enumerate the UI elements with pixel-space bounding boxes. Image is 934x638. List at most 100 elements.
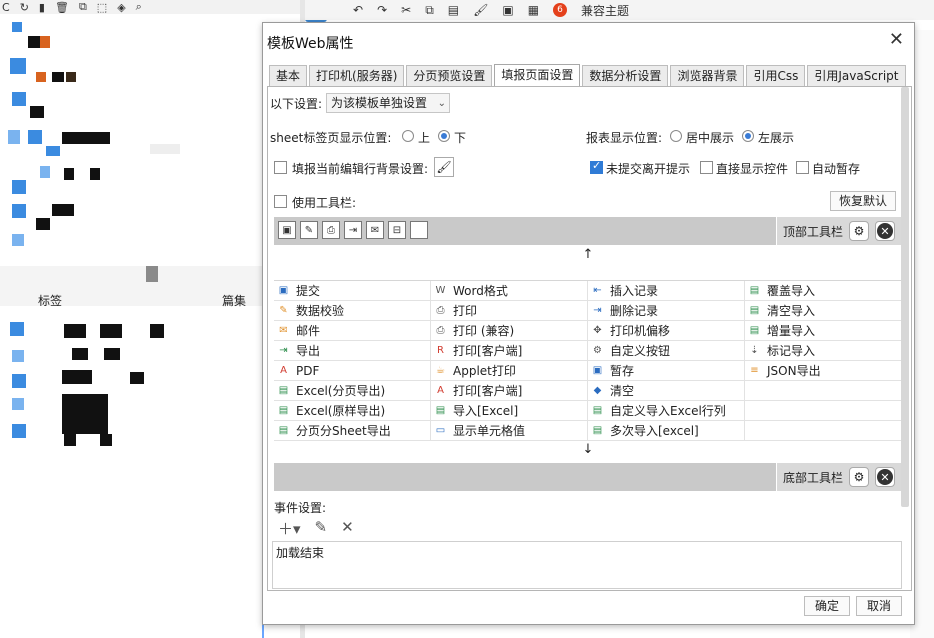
toolbar-grid-button[interactable]: ⇥ 删除记录 [588, 301, 745, 320]
arrow-down-icon[interactable]: ↓ [274, 442, 902, 462]
toolbar-grid-button[interactable]: ≡ JSON导出 [745, 361, 902, 380]
toolbar-grid-button[interactable]: ✎ 数据校验 [274, 301, 431, 320]
radio-report-left[interactable] [742, 130, 754, 142]
tab-basic[interactable]: 基本 [269, 65, 308, 86]
auto-save-checkbox[interactable] [796, 161, 809, 174]
gear-icon[interactable]: ⚙ [849, 221, 869, 241]
edit-icon[interactable]: ✎ [315, 518, 328, 539]
validate-icon: ✎ [279, 304, 288, 316]
toolbar-grid-button[interactable]: ▤ 清空导入 [745, 301, 902, 320]
toolbar-grid-button[interactable]: ▤ 导入[Excel] [431, 401, 588, 420]
bg-tool-icon[interactable]: ▤ [448, 3, 459, 17]
ok-button[interactable]: 确定 [804, 596, 850, 616]
bg-theme-button[interactable]: 兼容主题 [581, 2, 629, 19]
bg-tool-icon[interactable]: ✂ [401, 3, 411, 17]
bg-glyph[interactable]: ◈ [117, 1, 125, 14]
bg-tool-icon[interactable]: ↷ [377, 3, 387, 17]
mail-icon: ✉ [279, 324, 288, 336]
bg-glyph[interactable]: ⬚ [97, 1, 107, 14]
tab-page-preview[interactable]: 分页预览设置 [406, 65, 493, 86]
tab-printer-server[interactable]: 打印机(服务器) [309, 65, 405, 86]
print-icon[interactable]: ⎙ [322, 221, 340, 239]
mail-icon[interactable]: ✉ [366, 221, 384, 239]
bg-tool-icon[interactable]: ▣ [502, 3, 513, 17]
toolbar-grid-button[interactable]: ✥ 打印机偏移 [588, 321, 745, 340]
toolbar-grid-button[interactable]: ▤ 分页分Sheet导出 [274, 421, 431, 440]
direct-show-checkbox[interactable] [700, 161, 713, 174]
tab-browser-background[interactable]: 浏览器背景 [670, 65, 745, 86]
bg-glyph[interactable]: ▮ [39, 1, 45, 14]
toolbar-grid-button[interactable]: ⇥ 导出 [274, 341, 431, 360]
toolbar-grid-button[interactable]: ☕ Applet打印 [431, 361, 588, 380]
toolbar-grid-button[interactable]: A 打印[客户端] [431, 381, 588, 400]
vertical-scrollbar[interactable] [901, 87, 909, 507]
toolbar-grid-button[interactable]: R 打印[客户端] [431, 341, 588, 360]
fill-row-bg-checkbox[interactable] [274, 161, 287, 174]
record-icon[interactable]: ⊟ [388, 221, 406, 239]
toolbar-grid-button[interactable]: ⇤ 插入记录 [588, 281, 745, 300]
save-icon[interactable]: ▣ [278, 221, 296, 239]
bg-glyph[interactable]: ⧉ [79, 0, 87, 14]
paint-bucket-icon[interactable]: 🖌 [434, 157, 454, 177]
add-icon[interactable]: ＋▾ [278, 518, 301, 539]
tab-css[interactable]: 引用Css [746, 65, 806, 86]
toolbar-grid-button[interactable]: A PDF [274, 361, 431, 380]
close-icon[interactable]: ✕ [889, 31, 904, 49]
toolbar-grid-button[interactable]: ▤ 多次导入[excel] [588, 421, 745, 440]
close-circle-icon[interactable]: ✕ [875, 221, 895, 241]
report-position-label: 报表显示位置: [586, 131, 663, 145]
radio-sheet-top[interactable] [402, 130, 414, 142]
close-circle-icon[interactable]: ✕ [875, 467, 895, 487]
toolbar-grid-button[interactable]: ▣ 提交 [274, 281, 431, 300]
toolbar-grid-button[interactable]: W Word格式 [431, 281, 588, 300]
delete-icon[interactable]: ✕ [341, 518, 354, 539]
gear-icon[interactable]: ⚙ [849, 467, 869, 487]
toolbar-grid-row: ⇥ 导出 R 打印[客户端] ⚙ 自定义按钮 ⇣ 标记导入 [274, 341, 902, 361]
leave-prompt-label: 未提交离开提示 [606, 162, 691, 176]
toolbar-grid-button[interactable]: ▤ 增量导入 [745, 321, 902, 340]
radio-sheet-bottom[interactable] [438, 130, 450, 142]
toolbar-grid-button[interactable]: ◆ 清空 [588, 381, 745, 400]
bg-tool-icon[interactable]: 🖌 [473, 3, 488, 17]
event-item[interactable]: 加载结束 [276, 544, 324, 561]
toolbar-grid-label: PDF [296, 363, 320, 378]
excel-icon: ▤ [435, 404, 446, 416]
tab-data-analysis[interactable]: 数据分析设置 [582, 65, 669, 86]
use-toolbar-checkbox[interactable] [274, 195, 287, 208]
toolbar-grid-button[interactable]: ⎙ 打印 (兼容) [431, 321, 588, 340]
toolbar-grid-button[interactable]: ▤ 覆盖导入 [745, 281, 902, 300]
toolbar-grid-button[interactable]: ▣ 暂存 [588, 361, 745, 380]
toolbar-grid-button[interactable]: ▤ Excel(原样导出) [274, 401, 431, 420]
apply-settings-select[interactable]: 为该模板单独设置 ⌄ [326, 93, 450, 113]
bg-tool-icon[interactable]: ▦ [528, 3, 539, 17]
export-icon[interactable]: ⇥ [344, 221, 362, 239]
excel-icon: ▤ [278, 404, 289, 416]
bg-glyph[interactable]: ⌕ [136, 0, 142, 14]
tab-fill-page-settings[interactable]: 填报页面设置 [494, 64, 581, 87]
toolbar-grid-button[interactable]: ▤ 自定义导入Excel行列 [588, 401, 745, 420]
bg-glyph[interactable]: 🗑 [55, 1, 69, 14]
toolbar-grid-button[interactable]: ⎙ 打印 [431, 301, 588, 320]
toolbar-grid-button[interactable]: ✉ 邮件 [274, 321, 431, 340]
toolbar-grid-button[interactable]: ⚙ 自定义按钮 [588, 341, 745, 360]
arrow-up-icon[interactable]: ↑ [274, 247, 902, 267]
tab-javascript[interactable]: 引用JavaScript [807, 65, 906, 86]
blank-icon[interactable] [410, 221, 428, 239]
toolbar-grid-label: Applet打印 [453, 364, 516, 378]
toolbar-grid-button[interactable]: ▤ Excel(分页导出) [274, 381, 431, 400]
cancel-button[interactable]: 取消 [856, 596, 902, 616]
radio-label-top: 上 [418, 131, 431, 145]
radio-report-center[interactable] [670, 130, 682, 142]
bg-glyph[interactable]: C [2, 1, 10, 14]
excel-icon: ▤ [749, 324, 760, 336]
leave-prompt-checkbox[interactable] [590, 159, 603, 174]
toolbar-grid-button[interactable]: ▭ 显示单元格值 [431, 421, 588, 440]
bg-tool-icon[interactable]: ⧉ [425, 3, 434, 18]
edit-icon[interactable]: ✎ [300, 221, 318, 239]
bg-tool-icon[interactable]: ↶ [353, 3, 363, 17]
bg-glyph[interactable]: ↻ [20, 1, 29, 14]
restore-default-button[interactable]: 恢复默认 [830, 191, 896, 211]
toolbar-grid-label: 提交 [296, 284, 321, 298]
toolbar-grid-label: 导出 [296, 344, 321, 358]
toolbar-grid-button[interactable]: ⇣ 标记导入 [745, 341, 902, 360]
